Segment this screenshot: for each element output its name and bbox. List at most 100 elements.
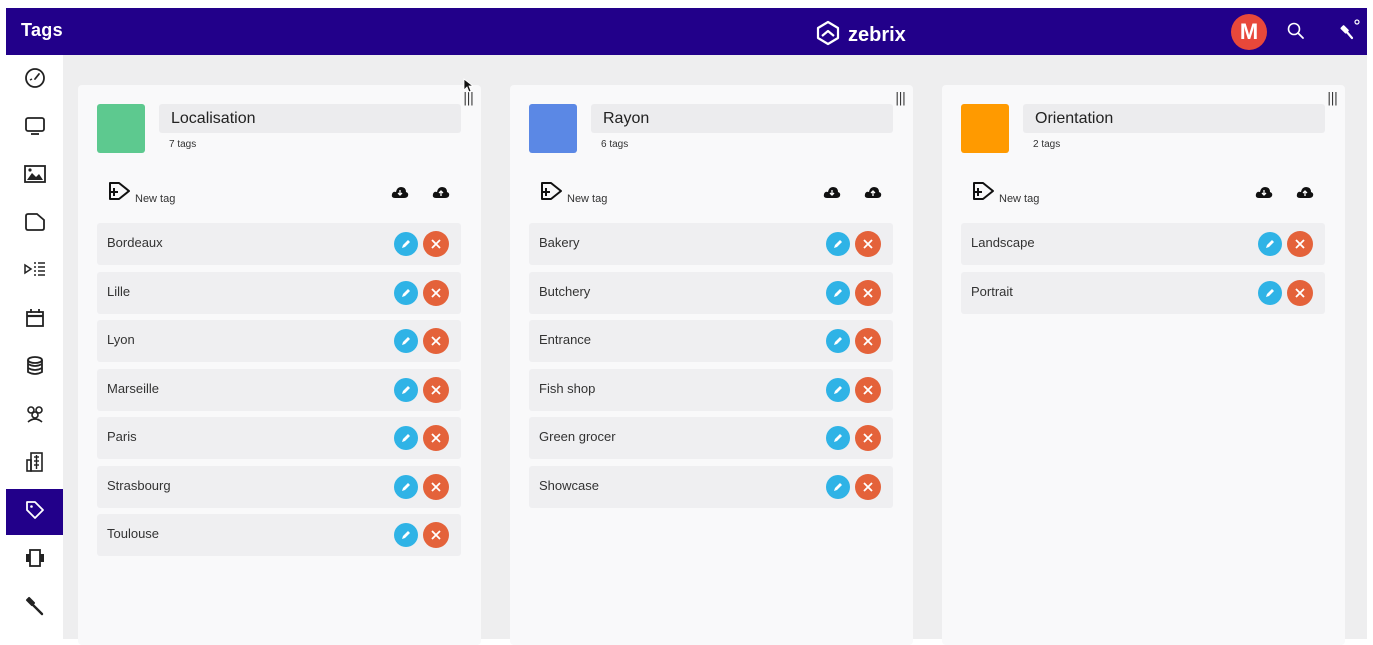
brand-name: zebrix [848, 23, 906, 46]
group-name-input[interactable] [159, 104, 461, 133]
delete-tag-button[interactable] [855, 280, 881, 306]
tag-name: Portrait [971, 284, 1013, 299]
sidebar-item-tools[interactable] [6, 585, 63, 631]
new-tag-button[interactable]: New tag [539, 180, 607, 205]
new-tag-label: New tag [567, 193, 608, 205]
add-tag-icon [107, 180, 133, 205]
edit-tag-button[interactable] [394, 329, 418, 353]
group-color-swatch[interactable] [529, 104, 577, 153]
new-tag-label: New tag [999, 193, 1040, 205]
delete-tag-button[interactable] [423, 231, 449, 257]
edit-tag-button[interactable] [826, 232, 850, 256]
tag-name: Toulouse [107, 526, 160, 541]
tag-row: Paris [97, 417, 461, 459]
tag-row: Lyon [97, 320, 461, 362]
cloud-upload-icon[interactable] [1296, 184, 1314, 203]
sidebar-item-files[interactable] [6, 201, 63, 247]
building-icon [22, 449, 48, 479]
tag-name: Marseille [107, 381, 160, 396]
edit-tag-button[interactable] [826, 378, 850, 402]
monitor-icon [22, 113, 48, 143]
edit-tag-button[interactable] [826, 426, 850, 450]
tag-name: Showcase [539, 478, 599, 493]
tag-row: Butchery [529, 272, 893, 314]
delete-tag-button[interactable] [423, 522, 449, 548]
edit-tag-button[interactable] [394, 378, 418, 402]
delete-tag-button[interactable] [855, 328, 881, 354]
mouse-cursor-icon [463, 78, 475, 98]
cloud-upload-icon[interactable] [432, 184, 450, 203]
tag-row: Marseille [97, 369, 461, 411]
tag-row: Bakery [529, 223, 893, 265]
delete-tag-button[interactable] [423, 474, 449, 500]
drag-handle-icon[interactable]: ||| [895, 91, 906, 106]
edit-tag-button[interactable] [826, 475, 850, 499]
tag-name: Lille [107, 284, 131, 299]
avatar[interactable]: M [1231, 14, 1267, 50]
edit-tag-button[interactable] [1258, 281, 1282, 305]
drag-handle-icon[interactable]: ||| [1327, 91, 1338, 106]
group-name-input[interactable] [1023, 104, 1325, 133]
sidebar-item-playlists[interactable] [6, 249, 63, 295]
page-title: Tags [21, 20, 63, 40]
edit-tag-button[interactable] [394, 232, 418, 256]
delete-tag-button[interactable] [1287, 280, 1313, 306]
edit-tag-button[interactable] [394, 281, 418, 305]
tag-name: Green grocer [539, 429, 616, 444]
tag-name: Fish shop [539, 381, 596, 396]
zebrix-logo-icon [814, 19, 842, 51]
sidebar-item-tags[interactable] [6, 489, 63, 535]
cloud-download-icon[interactable] [391, 184, 409, 203]
delete-tag-button[interactable] [855, 425, 881, 451]
tools-icon[interactable] [1336, 18, 1362, 48]
new-tag-label: New tag [135, 193, 176, 205]
edit-tag-button[interactable] [394, 475, 418, 499]
tag-name: Entrance [539, 332, 592, 347]
playlist-icon [22, 257, 48, 287]
tag-name: Bakery [539, 235, 580, 250]
group-name-input[interactable] [591, 104, 893, 133]
sidebar-item-sites[interactable] [6, 441, 63, 487]
edit-tag-button[interactable] [1258, 232, 1282, 256]
tag-row: Toulouse [97, 514, 461, 556]
new-tag-button[interactable]: New tag [971, 180, 1039, 205]
users-icon [22, 401, 48, 431]
delete-tag-button[interactable] [423, 425, 449, 451]
sidebar-item-users[interactable] [6, 393, 63, 439]
delete-tag-button[interactable] [423, 328, 449, 354]
add-tag-icon [539, 180, 565, 205]
tag-count: 6 tags [601, 139, 629, 150]
sidebar-item-devices[interactable] [6, 537, 63, 583]
search-icon[interactable] [1286, 21, 1306, 45]
delete-tag-button[interactable] [855, 231, 881, 257]
device-icon [22, 545, 48, 575]
sidebar-item-schedule[interactable] [6, 297, 63, 343]
delete-tag-button[interactable] [855, 474, 881, 500]
edit-tag-button[interactable] [826, 329, 850, 353]
delete-tag-button[interactable] [1287, 231, 1313, 257]
delete-tag-button[interactable] [423, 377, 449, 403]
tag-group-card: ||| 2 tags New tag Landscape Portrait [942, 85, 1345, 645]
edit-tag-button[interactable] [394, 523, 418, 547]
sidebar-item-dashboard[interactable] [6, 57, 63, 103]
group-color-swatch[interactable] [961, 104, 1009, 153]
tag-row: Entrance [529, 320, 893, 362]
tag-icon [22, 497, 48, 527]
delete-tag-button[interactable] [855, 377, 881, 403]
edit-tag-button[interactable] [394, 426, 418, 450]
dashboard-icon [22, 65, 48, 95]
new-tag-button[interactable]: New tag [107, 180, 175, 205]
sidebar [6, 55, 63, 639]
cloud-upload-icon[interactable] [864, 184, 882, 203]
sidebar-item-screens[interactable] [6, 105, 63, 151]
sidebar-item-media[interactable] [6, 153, 63, 199]
tag-row: Landscape [961, 223, 1325, 265]
edit-tag-button[interactable] [826, 281, 850, 305]
tag-row: Green grocer [529, 417, 893, 459]
cloud-download-icon[interactable] [823, 184, 841, 203]
sidebar-item-data[interactable] [6, 345, 63, 391]
group-color-swatch[interactable] [97, 104, 145, 153]
cloud-download-icon[interactable] [1255, 184, 1273, 203]
delete-tag-button[interactable] [423, 280, 449, 306]
top-bar: Tags zebrix M [6, 8, 1367, 55]
